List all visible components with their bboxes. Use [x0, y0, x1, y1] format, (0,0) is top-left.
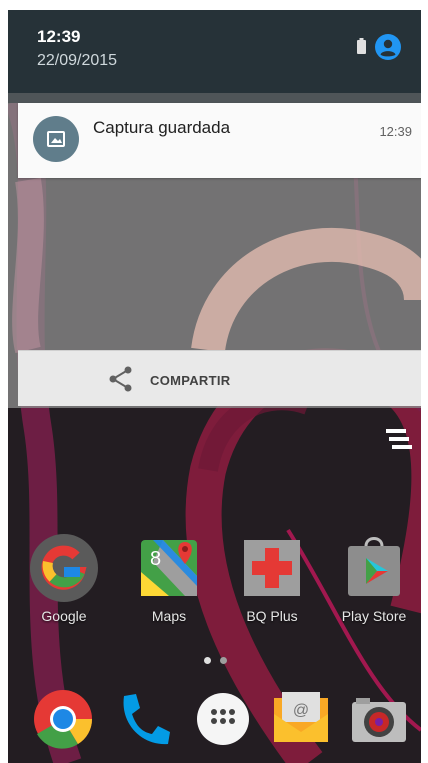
notification-title: Captura guardada: [93, 118, 231, 137]
clear-all-icon[interactable]: [386, 428, 412, 450]
svg-text:@: @: [293, 702, 309, 719]
camera-icon[interactable]: [348, 688, 410, 750]
email-icon[interactable]: @: [270, 688, 332, 750]
clock: 12:39: [37, 27, 81, 46]
phone-icon[interactable]: [112, 688, 174, 750]
google-icon: [30, 534, 98, 602]
date: 22/09/2015: [37, 52, 118, 69]
app-label: Play Store: [341, 608, 407, 624]
app-google[interactable]: Google: [16, 532, 112, 624]
app-play-store[interactable]: Play Store: [326, 532, 421, 624]
share-icon: [109, 366, 132, 392]
play-store-icon: [348, 537, 400, 596]
maps-icon: 8: [141, 540, 197, 596]
app-label: BQ Plus: [246, 608, 298, 624]
notification-app-icon: [33, 116, 79, 162]
bq-plus-icon: [244, 540, 300, 596]
page-dot: [220, 657, 227, 664]
image-icon: [47, 131, 65, 147]
account-circle-icon[interactable]: [375, 34, 401, 60]
notification-time: 12:39: [379, 124, 412, 139]
app-drawer-icon[interactable]: [192, 688, 254, 750]
phone-screen: 12:39 22/09/2015 Captura guardada 12:39: [8, 10, 421, 763]
app-maps[interactable]: 8 Maps: [121, 532, 217, 624]
screenshot-notification[interactable]: Captura guardada 12:39: [18, 103, 421, 178]
share-action-label: COMPARTIR: [150, 373, 231, 388]
chrome-icon[interactable]: [32, 688, 94, 750]
app-label: Google: [41, 608, 87, 624]
battery-icon: [357, 38, 366, 54]
app-bq-plus[interactable]: BQ Plus: [224, 532, 320, 624]
app-label: Maps: [151, 608, 187, 624]
quick-settings-header: 12:39 22/09/2015: [8, 10, 421, 93]
svg-text:8: 8: [150, 548, 161, 570]
shade-divider: [8, 93, 421, 103]
page-dot-active: [204, 657, 211, 664]
share-action-button[interactable]: COMPARTIR: [18, 350, 421, 406]
